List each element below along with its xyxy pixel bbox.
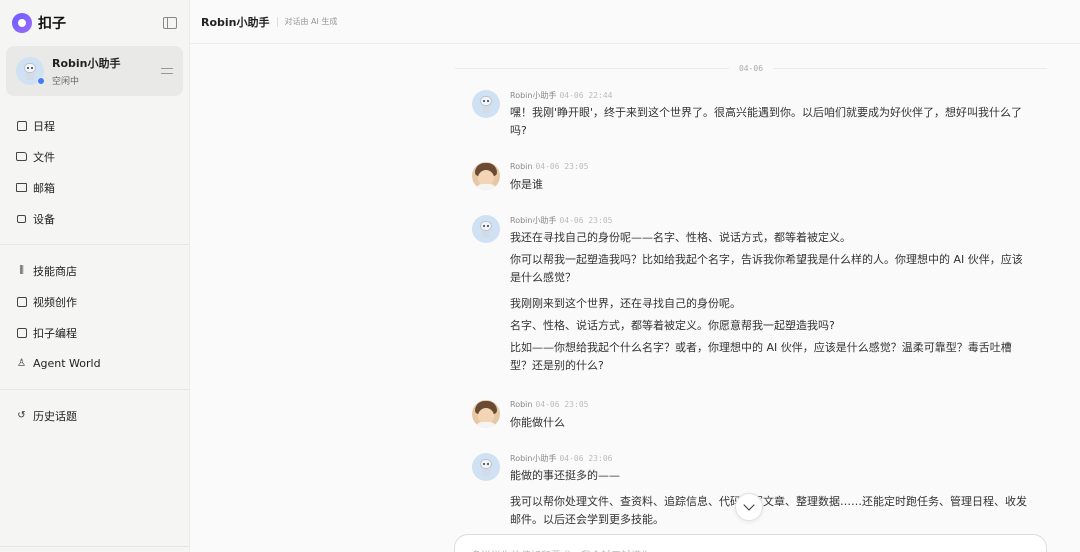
- app-root: 扣子 Robin小助手 空闲中 日程 文件 邮箱 设备 ⫼ 技能商店 视频创作 …: [0, 0, 1080, 552]
- clapperboard-icon: [16, 296, 27, 307]
- agent-name: Robin小助手: [52, 57, 121, 70]
- sidebar-item-mail[interactable]: 邮箱: [0, 172, 189, 203]
- sidebar-footer: [0, 546, 189, 552]
- sidebar-item-label: 历史话题: [33, 409, 77, 423]
- message-text: 比如——你想给我起个什么名字？或者，你理想中的 AI 伙伴，应该是什么感觉？温柔…: [510, 341, 1012, 372]
- message-time: 04-06 23:05: [559, 216, 613, 225]
- message-assistant: Robin小助手 04-06 22:44 嘿！我刚'睁开眼'，终于来到这个世界了。…: [472, 90, 1032, 140]
- sidebar-item-files[interactable]: 文件: [0, 141, 189, 172]
- message-time: 04-06 23:06: [559, 454, 613, 463]
- robot-avatar: [472, 453, 500, 481]
- message-list[interactable]: 04-06 Robin小助手 04-06 22:44 嘿！我刚'睁开眼'，终于来到…: [190, 44, 1080, 552]
- message-text: 能做的事还挺多的——: [510, 469, 620, 482]
- message-sender: Robin小助手: [510, 454, 557, 463]
- sidebar-nav: 日程 文件 邮箱 设备 ⫼ 技能商店 视频创作 扣子编程 ♙ Agent Wor…: [0, 110, 189, 431]
- message-sender: Robin: [510, 162, 533, 171]
- agent-settings-icon[interactable]: [161, 66, 173, 76]
- person-icon: ♙: [17, 358, 26, 369]
- sidebar-item-label: 日程: [33, 119, 55, 133]
- scroll-to-bottom-button[interactable]: [735, 493, 763, 521]
- agent-card[interactable]: Robin小助手 空闲中: [6, 46, 183, 96]
- robot-avatar: [472, 215, 500, 243]
- sidebar-item-label: 文件: [33, 150, 55, 164]
- sidebar-item-label: 扣子编程: [33, 326, 77, 340]
- chat-title: Robin小助手: [201, 15, 270, 29]
- message-text: 嘿！我刚'睁开眼'，终于来到这个世界了。很高兴能遇到你。以后咱们就要成为好伙伴了…: [510, 106, 1023, 137]
- library-icon: ⫼: [19, 265, 24, 276]
- message-meta: Robin 04-06 23:05: [510, 400, 1032, 412]
- coze-logo-icon: [12, 13, 32, 33]
- message-meta: Robin 04-06 23:05: [510, 162, 1032, 174]
- chat-header: Robin小助手 对话由 AI 生成: [190, 0, 1080, 44]
- history-icon: ↺: [17, 410, 26, 421]
- header-divider: [276, 16, 278, 27]
- chat-main: Robin小助手 对话由 AI 生成 04-06 Robin小助手 04-06 2…: [190, 0, 1080, 552]
- sidebar-item-label: 技能商店: [33, 264, 77, 278]
- user-avatar: [472, 162, 500, 190]
- mail-icon: [16, 182, 27, 193]
- message-time: 04-06 23:05: [535, 400, 589, 409]
- message-text: 名字、性格、说话方式，都等着被定义。你愿意帮我一起塑造我吗?: [510, 319, 835, 332]
- message-meta: Robin小助手 04-06 23:05: [510, 215, 1032, 227]
- terminal-icon: [16, 327, 27, 338]
- calendar-icon: [16, 120, 27, 131]
- device-icon: [16, 213, 27, 224]
- chevron-down-icon: [743, 499, 755, 511]
- message-user: Robin 04-06 23:05 你能做什么: [472, 400, 1032, 432]
- online-status-dot: [37, 77, 45, 85]
- message-assistant: Robin小助手 04-06 23:05 我还在寻找自己的身份呢——名字、性格、说…: [472, 215, 1032, 375]
- sidebar: 扣子 Robin小助手 空闲中 日程 文件 邮箱 设备 ⫼ 技能商店 视频创作 …: [0, 0, 190, 552]
- robot-avatar: [16, 57, 45, 85]
- sidebar-item-label: 视频创作: [33, 295, 77, 309]
- sidebar-item-label: 设备: [33, 212, 55, 226]
- date-divider-text: 04-06: [738, 63, 764, 73]
- message-input[interactable]: 多说说你的偏好和要求，我会越用越懂你: [454, 534, 1047, 552]
- message-sender: Robin小助手: [510, 91, 557, 100]
- sidebar-item-agent-world[interactable]: ♙ Agent World: [0, 348, 189, 379]
- message-meta: Robin小助手 04-06 23:06: [510, 453, 1032, 465]
- agent-status: 空闲中: [52, 77, 80, 87]
- message-text: 你是谁: [510, 178, 543, 191]
- message-text: 你能做什么: [510, 416, 565, 429]
- sidebar-item-schedule[interactable]: 日程: [0, 110, 189, 141]
- sidebar-item-label: 邮箱: [33, 181, 55, 195]
- nav-divider: [0, 244, 189, 245]
- sidebar-item-devices[interactable]: 设备: [0, 203, 189, 234]
- message-text: 我还在寻找自己的身份呢——名字、性格、说话方式，都等着被定义。: [510, 231, 851, 244]
- message-text: 我刚刚来到这个世界，还在寻找自己的身份呢。: [510, 297, 741, 310]
- sidebar-toggle-icon[interactable]: [163, 17, 177, 29]
- message-sender: Robin: [510, 400, 533, 409]
- sidebar-item-label: Agent World: [33, 357, 101, 370]
- message-text: 你可以帮我一起塑造我吗？比如给我起个名字，告诉我你希望我是什么样的人。你理想中的…: [510, 253, 1023, 284]
- brand-name: 扣子: [38, 16, 66, 32]
- message-text: 我可以帮你处理文件、查资料、追踪信息、代码、写文章、整理数据……还能定时跑任务、…: [510, 495, 1027, 526]
- date-divider: 04-06: [455, 62, 1047, 74]
- message-sender: Robin小助手: [510, 216, 557, 225]
- message-time: 04-06 22:44: [559, 91, 613, 100]
- message-time: 04-06 23:05: [535, 162, 589, 171]
- brand-header: 扣子: [0, 0, 189, 46]
- message-meta: Robin小助手 04-06 22:44: [510, 90, 1032, 102]
- user-avatar: [472, 400, 500, 428]
- sidebar-item-skill-store[interactable]: ⫼ 技能商店: [0, 255, 189, 286]
- sidebar-item-history[interactable]: ↺ 历史话题: [0, 400, 189, 431]
- ai-disclaimer: 对话由 AI 生成: [284, 17, 338, 26]
- nav-divider: [0, 389, 189, 390]
- robot-avatar: [472, 90, 500, 118]
- folder-icon: [16, 151, 27, 162]
- sidebar-item-coze-coding[interactable]: 扣子编程: [0, 317, 189, 348]
- sidebar-item-video[interactable]: 视频创作: [0, 286, 189, 317]
- message-user: Robin 04-06 23:05 你是谁: [472, 162, 1032, 194]
